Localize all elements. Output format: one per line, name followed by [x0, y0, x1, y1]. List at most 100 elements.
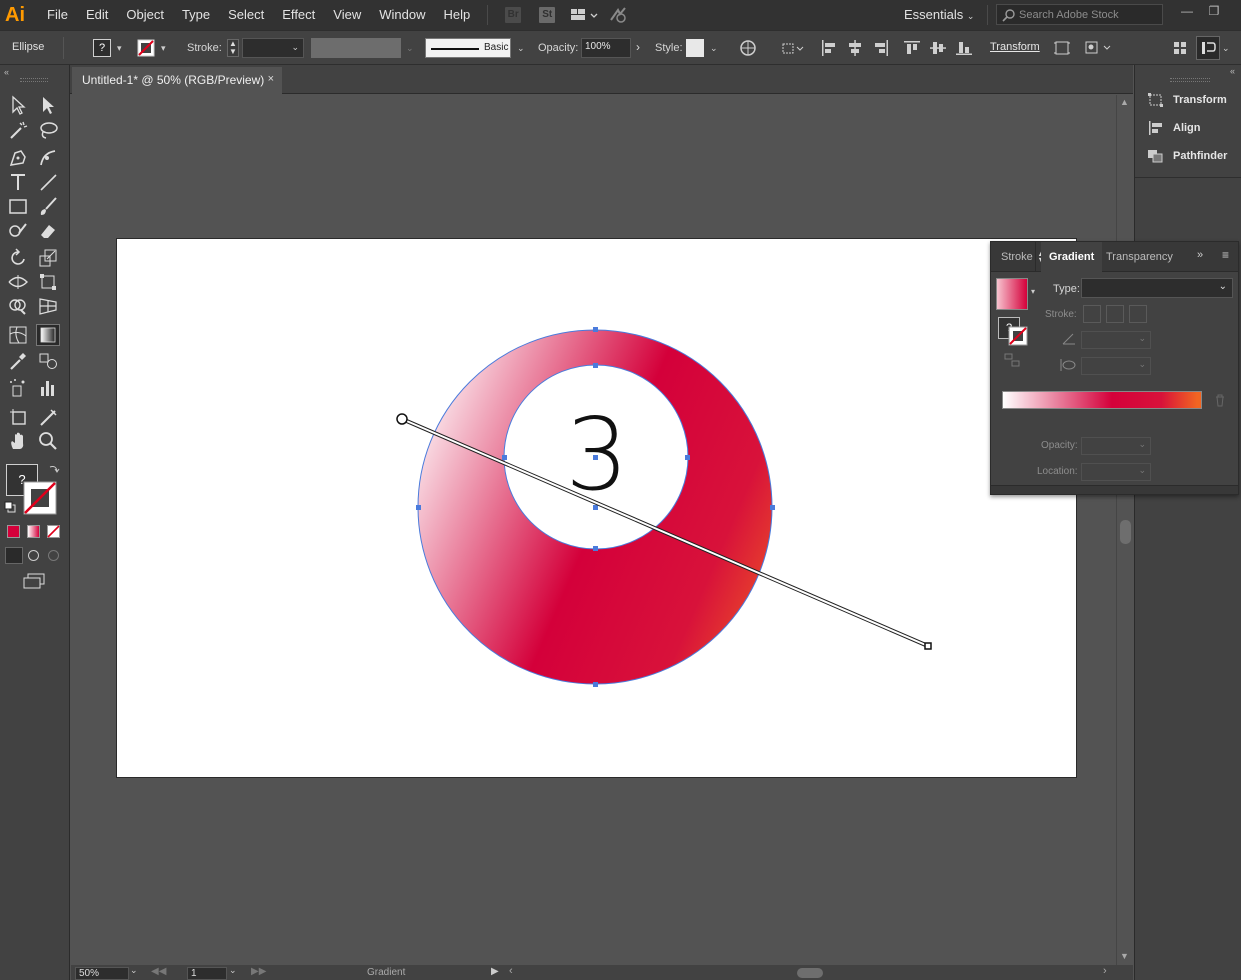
align-panel-tab[interactable]: Align	[1147, 118, 1201, 138]
menu-object[interactable]: Object	[117, 0, 173, 30]
align-top-icon[interactable]	[903, 39, 921, 57]
align-to-icon[interactable]	[780, 40, 804, 56]
draw-normal-button[interactable]	[5, 547, 23, 564]
pathfinder-panel-tab[interactable]: Pathfinder	[1147, 146, 1227, 166]
shaper-tool-icon[interactable]	[7, 219, 29, 241]
slice-tool-icon[interactable]	[37, 406, 59, 428]
rotate-tool-icon[interactable]	[7, 247, 29, 269]
collapse-panel-icon[interactable]: »	[1197, 249, 1203, 261]
menu-edit[interactable]: Edit	[77, 0, 117, 30]
vertical-scrollbar[interactable]: ▲ ▼	[1116, 95, 1133, 965]
recolor-artwork-icon[interactable]	[739, 39, 757, 57]
gradient-slider[interactable]	[1002, 391, 1202, 409]
type-tool-icon[interactable]	[7, 171, 29, 193]
draw-behind-icon[interactable]	[28, 550, 39, 561]
direct-selection-tool-icon[interactable]	[37, 94, 59, 116]
menu-window[interactable]: Window	[370, 0, 434, 30]
chevron-down-icon[interactable]: ▾	[161, 43, 166, 54]
menu-effect[interactable]: Effect	[273, 0, 324, 30]
magic-wand-tool-icon[interactable]	[7, 119, 29, 141]
tab-stroke[interactable]: Stroke	[993, 242, 1041, 272]
opacity-input[interactable]: 100%	[581, 38, 631, 58]
fill-swatch[interactable]: ?	[93, 39, 111, 57]
chevron-down-icon[interactable]: ⌄	[710, 43, 718, 54]
transform-panel-tab[interactable]: Transform	[1147, 90, 1227, 110]
chevron-down-icon[interactable]: ⌄	[229, 965, 237, 976]
eyedropper-tool-icon[interactable]	[7, 350, 29, 372]
collapse-panel-icon[interactable]: «	[4, 67, 9, 77]
gradient-stroke-indicator[interactable]	[1008, 326, 1028, 346]
menu-file[interactable]: File	[38, 0, 77, 30]
menu-help[interactable]: Help	[434, 0, 479, 30]
none-mode-button[interactable]	[47, 525, 60, 538]
scale-tool-icon[interactable]	[37, 247, 59, 269]
tab-gradient[interactable]: Gradient	[1041, 242, 1103, 272]
last-artboard-icon[interactable]: ▶▶	[251, 966, 266, 977]
bridge-button[interactable]: Br	[505, 7, 522, 23]
toolbar-grip[interactable]	[20, 78, 48, 82]
symbol-sprayer-tool-icon[interactable]	[7, 377, 29, 399]
stroke-indicator[interactable]	[23, 481, 57, 515]
default-fill-stroke-icon[interactable]	[4, 501, 16, 513]
gradient-end-handle[interactable]	[924, 642, 932, 650]
horizontal-scroll-thumb[interactable]	[797, 968, 823, 978]
reverse-gradient-icon[interactable]	[1003, 352, 1021, 368]
tab-transparency[interactable]: Transparency	[1098, 242, 1181, 272]
stroke-weight-stepper[interactable]: ▲ ▼	[227, 39, 239, 57]
arrange-documents-icon[interactable]	[570, 7, 598, 23]
chevron-down-icon[interactable]: ⌄	[517, 43, 525, 54]
blend-tool-icon[interactable]	[37, 350, 59, 372]
column-graph-tool-icon[interactable]	[37, 377, 59, 399]
zoom-tool-icon[interactable]	[37, 430, 59, 452]
perspective-grid-tool-icon[interactable]	[37, 295, 59, 317]
scroll-left-icon[interactable]: ‹	[509, 965, 513, 977]
screen-mode-icon[interactable]	[22, 572, 46, 590]
scroll-down-icon[interactable]: ▼	[1120, 951, 1129, 961]
vertical-scroll-thumb[interactable]	[1120, 520, 1131, 544]
restore-button[interactable]: ❐	[1203, 4, 1225, 22]
variable-width-profile[interactable]	[311, 38, 401, 58]
eraser-tool-icon[interactable]	[37, 219, 59, 241]
brush-definition[interactable]: Basic	[425, 38, 511, 58]
align-bottom-icon[interactable]	[955, 39, 973, 57]
minimize-button[interactable]: —	[1176, 4, 1198, 22]
first-artboard-icon[interactable]: ◀◀	[151, 966, 166, 977]
selection-tool-icon[interactable]	[7, 94, 29, 116]
artboard-number-input[interactable]: 1	[187, 967, 227, 980]
scroll-up-icon[interactable]: ▲	[1120, 97, 1129, 107]
paintbrush-tool-icon[interactable]	[37, 195, 59, 217]
menu-view[interactable]: View	[324, 0, 370, 30]
chevron-right-icon[interactable]: ›	[636, 40, 640, 54]
color-mode-button[interactable]	[7, 525, 20, 538]
status-menu-icon[interactable]: ▶	[491, 966, 499, 977]
align-center-icon[interactable]	[846, 39, 864, 57]
panel-resize-grip[interactable]	[991, 485, 1238, 494]
dock-grip[interactable]	[1170, 78, 1210, 82]
panel-menu-toggle[interactable]	[1196, 36, 1220, 60]
stroke-none-swatch[interactable]	[137, 39, 155, 57]
document-tab[interactable]: Untitled-1* @ 50% (RGB/Preview) ×	[72, 67, 282, 94]
zoom-level-input[interactable]: 50%	[75, 967, 129, 980]
menu-type[interactable]: Type	[173, 0, 219, 30]
close-icon[interactable]: ×	[268, 73, 274, 85]
gradient-origin-handle[interactable]	[396, 413, 408, 425]
free-transform-tool-icon[interactable]	[37, 271, 59, 293]
align-right-icon[interactable]	[872, 39, 890, 57]
chevron-down-icon[interactable]: ⌄	[1222, 43, 1230, 54]
rectangle-tool-icon[interactable]	[7, 195, 29, 217]
scroll-right-icon[interactable]: ›	[1103, 965, 1107, 977]
gradient-mode-button[interactable]	[27, 525, 40, 538]
panel-menu-icon[interactable]: ≡	[1222, 248, 1229, 262]
line-segment-tool-icon[interactable]	[37, 171, 59, 193]
gradient-thumbnail[interactable]	[996, 278, 1028, 310]
canvas[interactable]: 3	[71, 95, 1116, 965]
mesh-tool-icon[interactable]	[7, 324, 29, 346]
gradient-tool[interactable]	[36, 324, 60, 346]
menu-select[interactable]: Select	[219, 0, 273, 30]
chevron-down-icon[interactable]: ▾	[117, 43, 122, 54]
expand-panels-icon[interactable]: «	[1230, 66, 1235, 76]
lasso-tool-icon[interactable]	[37, 119, 59, 141]
chevron-down-icon[interactable]: ⌄	[130, 965, 138, 976]
align-left-icon[interactable]	[820, 39, 838, 57]
gpu-performance-icon[interactable]	[608, 6, 630, 24]
